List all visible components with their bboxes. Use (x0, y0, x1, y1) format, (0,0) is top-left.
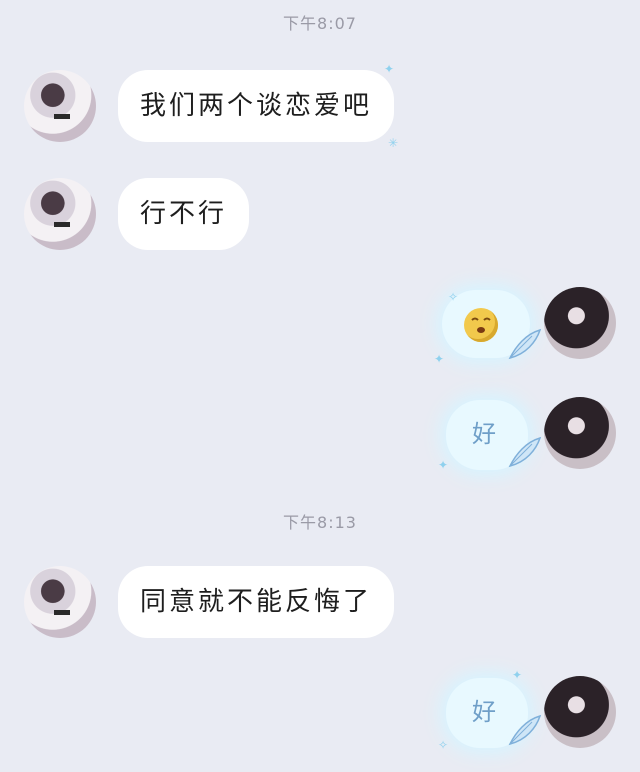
sparkle-icon: ✧ (438, 738, 449, 752)
message-bubble[interactable]: 我们两个谈恋爱吧 (118, 70, 395, 142)
feather-icon (508, 714, 542, 746)
contact-avatar[interactable] (24, 178, 96, 250)
contact-avatar[interactable] (24, 566, 96, 638)
message-bubble[interactable]: 同意就不能反悔了 (118, 566, 395, 638)
my-avatar[interactable] (544, 287, 616, 359)
sparkle-icon: ✦ (512, 668, 523, 682)
contact-avatar[interactable] (24, 70, 96, 142)
message-bubble[interactable]: 行不行 (118, 178, 250, 250)
feather-icon (508, 328, 542, 360)
sparkle-icon: ✦ (384, 62, 395, 76)
feather-icon (508, 436, 542, 468)
grimace-emoji-icon (464, 308, 498, 342)
my-avatar[interactable] (544, 676, 616, 748)
message-text: 好 (472, 420, 496, 448)
timestamp: 下午8:13 (283, 513, 357, 532)
sparkle-icon: ✳ (388, 136, 399, 150)
sparkle-icon: ✦ (438, 458, 449, 472)
message-text: 好 (472, 698, 496, 726)
sparkle-icon: ✧ (448, 290, 459, 304)
timestamp: 下午8:07 (283, 14, 357, 33)
my-avatar[interactable] (544, 397, 616, 469)
sparkle-icon: ✦ (434, 352, 445, 366)
